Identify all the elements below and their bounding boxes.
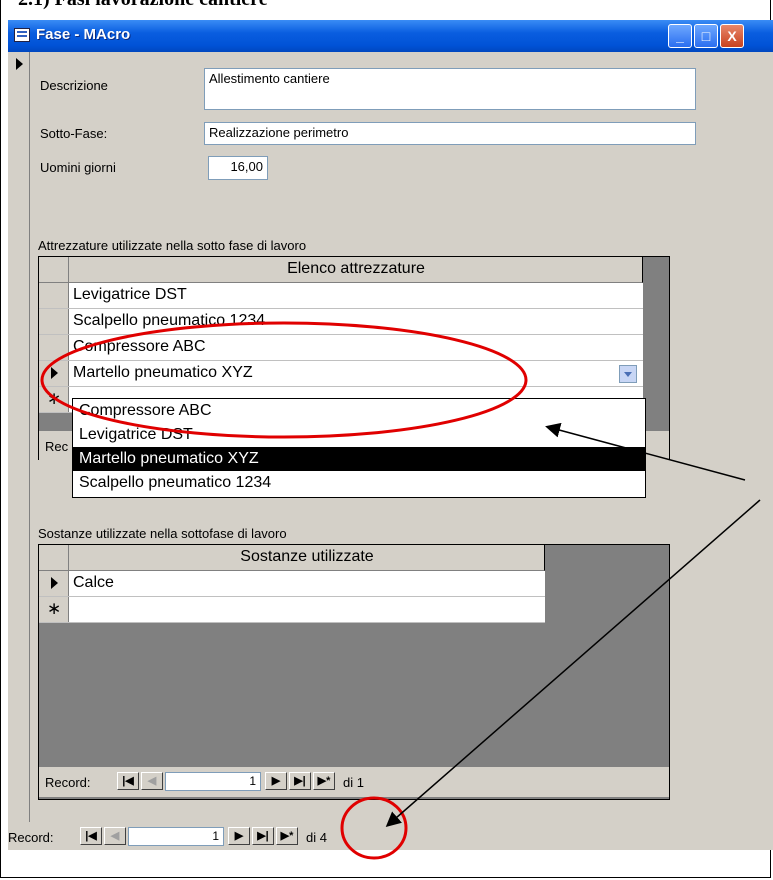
annotation-arrow-line [545,422,746,481]
annotation-overlay [40,321,761,860]
annotation-arrow-line [385,499,761,827]
annotation-ellipse-new-record [340,796,408,860]
annotation-ellipse-combo [40,321,528,439]
